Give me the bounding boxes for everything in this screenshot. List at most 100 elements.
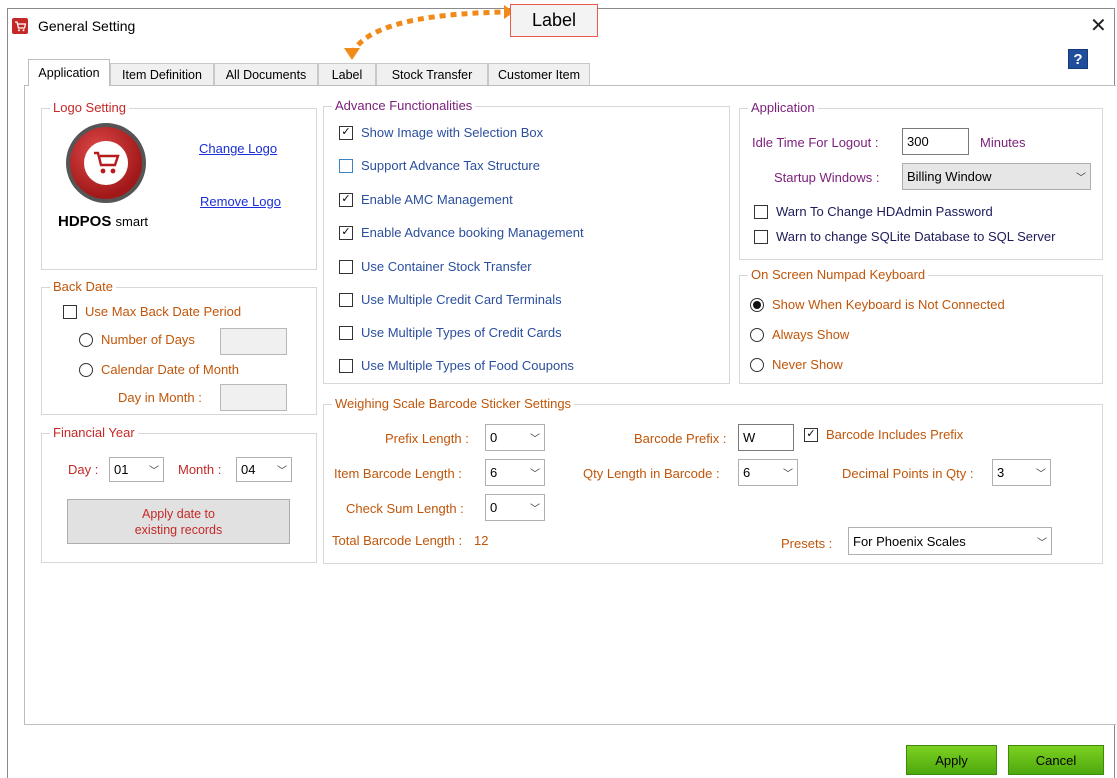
decimal-points-select[interactable]: 3 ﹀ xyxy=(992,459,1051,486)
logo-text-main: HDPOS xyxy=(58,213,112,230)
adv-item-row[interactable]: Use Multiple Types of Food Coupons xyxy=(339,358,574,373)
adv-checkbox[interactable] xyxy=(339,325,353,340)
day-in-month-label: Day in Month : xyxy=(118,390,202,405)
numpad-radio[interactable] xyxy=(750,357,764,372)
logo-setting-title: Logo Setting xyxy=(50,100,130,116)
warn-hdadmin-checkbox[interactable] xyxy=(754,204,768,219)
fy-month-select[interactable]: 04 ﹀ xyxy=(236,457,292,482)
numpad-option-row[interactable]: Never Show xyxy=(750,357,843,372)
prefix-length-select[interactable]: 0 ﹀ xyxy=(485,424,545,451)
barcode-includes-prefix-checkbox[interactable]: ✓ xyxy=(804,427,818,442)
apply-button[interactable]: Apply xyxy=(906,745,997,775)
chevron-down-icon: ﹀ xyxy=(530,504,540,515)
adv-item-label: Enable AMC Management xyxy=(361,192,513,207)
adv-checkbox[interactable] xyxy=(339,259,353,274)
adv-item-row[interactable]: Support Advance Tax Structure xyxy=(339,158,540,173)
chevron-down-icon: ﹀ xyxy=(530,469,540,480)
qty-length-label: Qty Length in Barcode : xyxy=(583,466,720,481)
calendar-date-row[interactable]: Calendar Date of Month xyxy=(79,362,239,377)
decimal-points-value: 3 xyxy=(997,465,1005,480)
application-group: Application Idle Time For Logout : 300 M… xyxy=(739,100,1103,260)
number-of-days-label: Number of Days xyxy=(101,332,195,347)
adv-item-row[interactable]: ✓ Show Image with Selection Box xyxy=(339,125,543,140)
numpad-keyboard-group: On Screen Numpad Keyboard Show When Keyb… xyxy=(739,267,1103,384)
adv-checkbox[interactable]: ✓ xyxy=(339,225,353,240)
numpad-option-row[interactable]: Always Show xyxy=(750,327,849,342)
tab-customer-item[interactable]: Customer Item xyxy=(488,63,590,85)
adv-item-row[interactable]: ✓ Enable AMC Management xyxy=(339,192,513,207)
use-max-back-date-label: Use Max Back Date Period xyxy=(85,304,242,319)
adv-checkbox[interactable]: ✓ xyxy=(339,125,353,140)
startup-windows-select[interactable]: Billing Window ﹀ xyxy=(902,163,1091,190)
adv-item-label: Show Image with Selection Box xyxy=(361,125,544,140)
qty-length-value: 6 xyxy=(743,465,751,480)
shopping-cart-icon xyxy=(84,141,128,185)
back-date-group: Back Date Use Max Back Date Period Numbe… xyxy=(41,279,317,415)
tab-item-definition[interactable]: Item Definition xyxy=(110,63,214,85)
adv-checkbox[interactable] xyxy=(339,158,353,173)
presets-select[interactable]: For Phoenix Scales ﹀ xyxy=(848,527,1052,555)
tab-all-documents[interactable]: All Documents xyxy=(214,63,318,85)
calendar-date-radio[interactable] xyxy=(79,362,93,377)
app-cart-icon xyxy=(12,18,28,34)
logo-text: HDPOS smart xyxy=(58,213,148,230)
adv-item-row[interactable]: Use Multiple Types of Credit Cards xyxy=(339,325,562,340)
apply-date-existing-records-button[interactable]: Apply date to existing records xyxy=(67,499,290,544)
numpad-keyboard-title: On Screen Numpad Keyboard xyxy=(748,267,929,283)
numpad-radio[interactable] xyxy=(750,327,764,342)
presets-label: Presets : xyxy=(781,536,833,551)
qty-length-select[interactable]: 6 ﹀ xyxy=(738,459,798,486)
adv-item-row[interactable]: Use Multiple Credit Card Terminals xyxy=(339,292,562,307)
number-of-days-input[interactable] xyxy=(220,328,287,355)
item-barcode-length-select[interactable]: 6 ﹀ xyxy=(485,459,545,486)
callout-arrow-icon xyxy=(344,5,514,60)
remove-logo-link[interactable]: Remove Logo xyxy=(200,194,281,209)
cancel-button[interactable]: Cancel xyxy=(1008,745,1104,775)
tab-stock-transfer[interactable]: Stock Transfer xyxy=(376,63,488,85)
presets-value: For Phoenix Scales xyxy=(853,533,966,549)
decimal-points-label: Decimal Points in Qty : xyxy=(842,466,974,481)
number-of-days-radio[interactable] xyxy=(79,332,93,347)
use-max-back-date-checkbox[interactable] xyxy=(63,304,77,319)
barcode-prefix-input[interactable]: W xyxy=(738,424,794,451)
tab-application[interactable]: Application xyxy=(28,59,110,86)
numpad-option-label: Show When Keyboard is Not Connected xyxy=(772,297,1005,312)
adv-item-row[interactable]: Use Container Stock Transfer xyxy=(339,259,532,274)
barcode-prefix-label: Barcode Prefix : xyxy=(634,431,727,446)
adv-checkbox[interactable] xyxy=(339,292,353,307)
total-barcode-length-label: Total Barcode Length : xyxy=(332,533,463,548)
chevron-down-icon: ﹀ xyxy=(277,466,287,477)
close-button[interactable]: ✕ xyxy=(1090,13,1107,38)
day-in-month-input[interactable] xyxy=(220,384,287,411)
fy-day-label: Day : xyxy=(68,462,99,477)
number-of-days-row[interactable]: Number of Days xyxy=(79,332,195,347)
warn-hdadmin-row[interactable]: Warn To Change HDAdmin Password xyxy=(754,204,993,219)
numpad-option-label: Never Show xyxy=(772,357,843,372)
adv-checkbox[interactable]: ✓ xyxy=(339,192,353,207)
numpad-option-row[interactable]: Show When Keyboard is Not Connected xyxy=(750,297,1005,312)
startup-windows-value: Billing Window xyxy=(907,169,992,184)
fy-day-select[interactable]: 01 ﹀ xyxy=(109,457,164,482)
tab-label[interactable]: Label xyxy=(318,63,376,85)
numpad-radio-selected[interactable] xyxy=(750,297,764,312)
warn-sqlite-checkbox[interactable] xyxy=(754,229,768,244)
adv-checkbox[interactable] xyxy=(339,358,353,373)
adv-item-row[interactable]: ✓ Enable Advance booking Management xyxy=(339,225,584,240)
callout-label: Label xyxy=(510,4,598,37)
adv-item-label: Use Multiple Types of Credit Cards xyxy=(361,325,562,340)
barcode-includes-prefix-row[interactable]: ✓ Barcode Includes Prefix xyxy=(804,427,963,442)
weighing-scale-group: Weighing Scale Barcode Sticker Settings … xyxy=(323,396,1103,564)
adv-item-label: Use Multiple Credit Card Terminals xyxy=(361,292,562,307)
prefix-length-label: Prefix Length : xyxy=(385,431,469,446)
logo-setting-group: Logo Setting HDPOS smart Change Logo Rem… xyxy=(41,100,317,270)
weighing-scale-title: Weighing Scale Barcode Sticker Settings xyxy=(332,396,575,412)
financial-year-title: Financial Year xyxy=(50,425,138,441)
idle-time-input[interactable]: 300 xyxy=(902,128,969,155)
total-barcode-length-value: 12 xyxy=(474,533,489,548)
use-max-back-date-row[interactable]: Use Max Back Date Period xyxy=(63,304,241,319)
change-logo-link[interactable]: Change Logo xyxy=(199,141,277,156)
help-button[interactable]: ? xyxy=(1068,49,1088,69)
warn-sqlite-row[interactable]: Warn to change SQLite Database to SQL Se… xyxy=(754,229,1055,244)
check-sum-length-select[interactable]: 0 ﹀ xyxy=(485,494,545,521)
adv-item-label: Enable Advance booking Management xyxy=(361,225,584,240)
